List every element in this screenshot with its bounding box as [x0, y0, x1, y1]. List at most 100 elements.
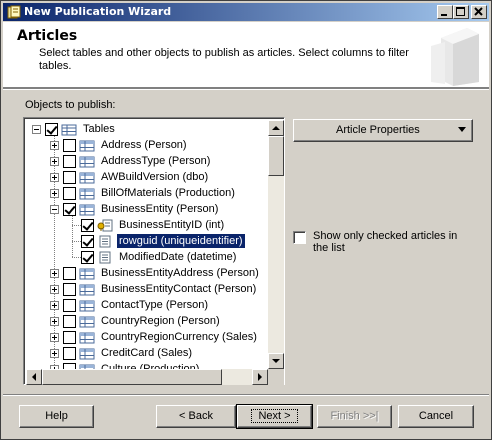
expand-icon[interactable] — [50, 172, 59, 182]
tree-item-checkbox[interactable] — [81, 218, 94, 232]
tree-item-checkbox[interactable] — [63, 330, 76, 344]
title-bar[interactable]: New Publication Wizard — [3, 3, 489, 21]
tree-item-label[interactable]: Tables — [81, 122, 117, 136]
expand-icon[interactable] — [50, 140, 59, 150]
tree-vertical-scrollbar[interactable] — [268, 120, 284, 369]
tree-row[interactable]: BusinessEntityID (int) — [81, 217, 226, 233]
article-properties-button[interactable]: Article Properties — [293, 119, 473, 142]
tree-row[interactable]: BusinessEntityContact (Person) — [50, 281, 258, 297]
table-icon — [79, 156, 95, 167]
show-only-checked-option[interactable]: Show only checked articles in the list — [293, 230, 473, 254]
tree-connector-line — [72, 241, 81, 242]
tree-item-checkbox[interactable] — [63, 202, 76, 216]
table-icon — [79, 316, 95, 327]
table-icon — [79, 332, 95, 343]
wizard-header-graphic — [423, 24, 483, 86]
expand-icon[interactable] — [50, 300, 59, 310]
minimize-button[interactable] — [437, 5, 453, 19]
scroll-down-button[interactable] — [268, 353, 284, 369]
cancel-button[interactable]: Cancel — [398, 405, 474, 428]
tree-row[interactable]: AddressType (Person) — [50, 153, 212, 169]
tree-item-label[interactable]: BusinessEntityContact (Person) — [99, 282, 258, 296]
tree-item-label[interactable]: CountryRegionCurrency (Sales) — [99, 330, 259, 344]
tree-item-checkbox[interactable] — [63, 282, 76, 296]
tree-item-checkbox[interactable] — [63, 346, 76, 360]
tree-row[interactable]: CreditCard (Sales) — [50, 345, 194, 361]
scroll-right-button[interactable] — [252, 369, 268, 385]
tree-row[interactable]: ModifiedDate (datetime) — [81, 249, 238, 265]
tree-item-checkbox[interactable] — [63, 186, 76, 200]
expand-icon[interactable] — [50, 284, 59, 294]
maximize-button[interactable] — [453, 5, 469, 19]
table-icon — [79, 188, 95, 199]
dropdown-arrow-icon — [458, 127, 466, 132]
arrow-up-icon — [272, 126, 280, 130]
close-button[interactable] — [471, 5, 487, 19]
expand-icon[interactable] — [50, 156, 59, 166]
tree-row[interactable]: ContactType (Person) — [50, 297, 210, 313]
tree-horizontal-scrollbar[interactable] — [26, 369, 268, 385]
tree-item-checkbox[interactable] — [63, 314, 76, 328]
scroll-up-button[interactable] — [268, 120, 284, 136]
expand-icon[interactable] — [50, 316, 59, 326]
tree-item-label[interactable]: CreditCard (Sales) — [99, 346, 194, 360]
tree-item-label[interactable]: BillOfMaterials (Production) — [99, 186, 237, 200]
expand-icon[interactable] — [50, 188, 59, 198]
vertical-scroll-thumb[interactable] — [268, 136, 284, 176]
tree-row[interactable]: CountryRegion (Person) — [50, 313, 222, 329]
arrow-left-icon — [32, 373, 36, 381]
back-button[interactable]: < Back — [156, 405, 236, 428]
help-button[interactable]: Help — [19, 405, 94, 428]
tree-row[interactable]: Tables — [32, 121, 117, 137]
next-button[interactable]: Next > — [236, 404, 313, 429]
tree-item-label[interactable]: Address (Person) — [99, 138, 189, 152]
tree-item-checkbox[interactable] — [81, 234, 94, 248]
tree-row[interactable]: AWBuildVersion (dbo) — [50, 169, 210, 185]
tree-item-checkbox[interactable] — [81, 250, 94, 264]
tables-folder-icon — [61, 124, 77, 135]
tree-item-label[interactable]: AddressType (Person) — [99, 154, 212, 168]
back-label: < Back — [179, 410, 213, 422]
arrow-right-icon — [258, 373, 262, 381]
table-icon — [79, 284, 95, 295]
tree-item-label[interactable]: BusinessEntity (Person) — [99, 202, 220, 216]
tree-row[interactable]: BusinessEntity (Person) — [50, 201, 220, 217]
tree-item-checkbox[interactable] — [63, 154, 76, 168]
tree-item-checkbox[interactable] — [63, 266, 76, 280]
collapse-icon[interactable] — [50, 204, 59, 214]
primary-key-column-icon — [97, 219, 113, 231]
tree-item-label[interactable]: rowguid (uniqueidentifier) — [116, 233, 246, 249]
expand-icon[interactable] — [50, 332, 59, 342]
expand-icon[interactable] — [50, 348, 59, 358]
arrow-down-icon — [272, 359, 280, 363]
tree-item-label[interactable]: AWBuildVersion (dbo) — [99, 170, 210, 184]
tree-row[interactable]: Address (Person) — [50, 137, 189, 153]
expand-icon[interactable] — [50, 268, 59, 278]
tree-item-label[interactable]: CountryRegion (Person) — [99, 314, 222, 328]
header-separator — [3, 88, 489, 90]
tree-row[interactable]: CountryRegionCurrency (Sales) — [50, 329, 259, 345]
objects-tree[interactable]: Tables Address (Person) AddressType (Perso… — [23, 117, 285, 385]
finish-button: Finish >>| — [317, 405, 392, 428]
tree-item-label[interactable]: BusinessEntityID (int) — [117, 218, 226, 232]
tree-item-checkbox[interactable] — [63, 170, 76, 184]
scrollbar-corner — [268, 369, 284, 385]
horizontal-scroll-thumb[interactable] — [42, 369, 222, 385]
tree-item-checkbox[interactable] — [63, 138, 76, 152]
tree-item-checkbox[interactable] — [63, 298, 76, 312]
tree-row[interactable]: BillOfMaterials (Production) — [50, 185, 237, 201]
tree-row[interactable]: rowguid (uniqueidentifier) — [81, 233, 246, 249]
maximize-icon — [456, 7, 465, 16]
tree-item-label[interactable]: BusinessEntityAddress (Person) — [99, 266, 261, 280]
scroll-left-button[interactable] — [26, 369, 42, 385]
tree-item-label[interactable]: ModifiedDate (datetime) — [117, 250, 238, 264]
tree-item-label[interactable]: ContactType (Person) — [99, 298, 210, 312]
show-only-checked-checkbox[interactable] — [293, 231, 306, 244]
collapse-icon[interactable] — [32, 124, 41, 134]
next-label: Next > — [251, 409, 298, 423]
minimize-icon — [441, 14, 447, 16]
tree-row[interactable]: BusinessEntityAddress (Person) — [50, 265, 261, 281]
tree-connector-line — [72, 215, 73, 257]
wizard-header: Articles Select tables and other objects… — [3, 22, 489, 88]
tree-item-checkbox[interactable] — [45, 122, 58, 136]
